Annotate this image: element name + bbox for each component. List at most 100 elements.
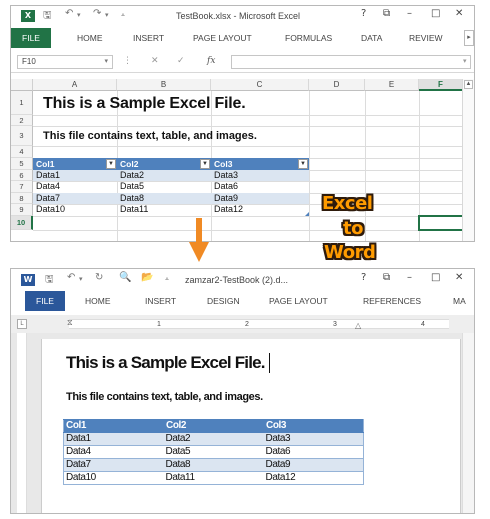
table-cell[interactable]: Data8 xyxy=(163,458,264,472)
minimize-button[interactable]: – xyxy=(407,8,412,19)
maximize-button[interactable]: □ xyxy=(431,272,440,283)
save-icon[interactable]: 🖫 xyxy=(45,272,54,289)
vertical-ruler[interactable] xyxy=(17,333,27,513)
table-cell[interactable]: Data5 xyxy=(117,181,144,192)
indent-marker-icon[interactable]: ⧖ xyxy=(67,318,73,328)
cell-a1[interactable]: This is a Sample Excel File. xyxy=(43,95,246,113)
document-heading[interactable]: This is a Sample Excel File. xyxy=(66,353,266,373)
redo-icon[interactable]: ↻ xyxy=(95,272,103,283)
document-subheading[interactable]: This file contains text, table, and imag… xyxy=(66,391,263,403)
table-cell[interactable]: Data6 xyxy=(211,181,238,192)
ribbon-display-options-button[interactable]: ⧉ xyxy=(383,272,390,283)
table-cell[interactable]: Data11 xyxy=(117,204,148,215)
cell-a3[interactable]: This file contains text, table, and imag… xyxy=(43,130,257,142)
tab-review[interactable]: REVIEW xyxy=(409,28,443,48)
redo-dropdown-icon[interactable]: ▾ xyxy=(105,11,109,19)
enter-icon[interactable]: ✓ xyxy=(177,56,185,66)
scroll-up-icon[interactable]: ▲ xyxy=(464,80,473,89)
table-cell[interactable]: Data10 xyxy=(33,204,65,215)
column-header-c[interactable]: C xyxy=(211,79,309,91)
help-button[interactable]: ? xyxy=(361,8,366,19)
row-header-2[interactable]: 2 xyxy=(11,115,33,126)
table-cell[interactable]: Data12 xyxy=(263,471,364,485)
excel-table-header-col1[interactable]: Col1 ▼ xyxy=(33,158,117,170)
tab-formulas[interactable]: FORMULAS xyxy=(285,28,332,48)
tab-page-layout[interactable]: PAGE LAYOUT xyxy=(269,291,328,311)
table-header-cell[interactable]: Col2 xyxy=(163,419,264,433)
row-header-6[interactable]: 6 xyxy=(11,170,33,181)
excel-table[interactable]: Col1 ▼ Col2 ▼ Col3 ▼ Data1 Data2 Data3 D… xyxy=(33,158,309,216)
tab-design[interactable]: DESIGN xyxy=(207,291,240,311)
undo-icon[interactable]: ↶ xyxy=(65,8,73,19)
minimize-button[interactable]: – xyxy=(407,272,412,283)
table-cell[interactable]: Data5 xyxy=(163,445,264,459)
vertical-scrollbar[interactable] xyxy=(462,333,474,513)
document-page[interactable]: This is a Sample Excel File. This file c… xyxy=(41,339,461,513)
active-cell-f10[interactable] xyxy=(418,215,464,231)
row-header-3[interactable]: 3 xyxy=(11,126,33,146)
table-cell[interactable]: Data12 xyxy=(211,204,243,215)
close-button[interactable]: ✕ xyxy=(455,272,463,283)
cancel-icon[interactable]: ✕ xyxy=(151,56,159,66)
column-header-a[interactable]: A xyxy=(33,79,117,91)
tab-mailings[interactable]: MA xyxy=(453,291,466,311)
tab-home[interactable]: HOME xyxy=(85,291,111,311)
excel-app-icon[interactable]: X xyxy=(21,10,35,22)
table-cell[interactable]: Data9 xyxy=(211,193,238,204)
table-cell[interactable]: Data3 xyxy=(211,170,238,181)
table-cell[interactable]: Data3 xyxy=(263,432,364,446)
formula-input[interactable] xyxy=(231,55,471,69)
table-cell[interactable]: Data4 xyxy=(33,181,60,192)
name-box[interactable]: F10 ▾ xyxy=(17,55,113,69)
table-cell[interactable]: Data2 xyxy=(163,432,264,446)
insert-function-icon[interactable]: fx xyxy=(207,56,215,66)
tab-home[interactable]: HOME xyxy=(77,28,103,48)
right-indent-marker-icon[interactable]: △ xyxy=(355,321,361,330)
row-header-4[interactable]: 4 xyxy=(11,146,33,158)
table-cell[interactable]: Data2 xyxy=(117,170,144,181)
filter-dropdown-icon[interactable]: ▼ xyxy=(106,159,116,169)
table-resize-handle[interactable] xyxy=(305,212,309,216)
filter-dropdown-icon[interactable]: ▼ xyxy=(200,159,210,169)
table-cell[interactable]: Data7 xyxy=(33,193,60,204)
print-preview-icon[interactable]: 🔍 xyxy=(119,272,131,283)
column-header-b[interactable]: B xyxy=(117,79,211,91)
row-header-7[interactable]: 7 xyxy=(11,181,33,193)
word-table[interactable]: Col1 Col2 Col3 Data1 Data2 Data3 Data4 D… xyxy=(63,419,364,485)
tab-file[interactable]: FILE xyxy=(11,28,51,48)
excel-table-header-col3[interactable]: Col3 ▼ xyxy=(211,158,309,170)
table-cell[interactable]: Data9 xyxy=(263,458,364,472)
customize-qat-icon[interactable]: ⩡ xyxy=(165,275,169,284)
tab-insert[interactable]: INSERT xyxy=(145,291,176,311)
table-cell[interactable]: Data1 xyxy=(63,432,164,446)
customize-qat-icon[interactable]: ⩡ xyxy=(121,11,125,20)
select-all-corner[interactable] xyxy=(11,79,33,91)
column-header-d[interactable]: D xyxy=(309,79,365,91)
row-header-5[interactable]: 5 xyxy=(11,158,33,170)
redo-icon[interactable]: ↷ xyxy=(93,8,101,19)
row-header-8[interactable]: 8 xyxy=(11,193,33,204)
table-cell[interactable]: Data4 xyxy=(63,445,164,459)
table-cell[interactable]: Data1 xyxy=(33,170,60,181)
table-cell[interactable]: Data11 xyxy=(163,471,264,485)
ribbon-scroll-right-button[interactable]: ▸ xyxy=(464,30,474,46)
word-app-icon[interactable]: W xyxy=(21,274,35,286)
maximize-button[interactable]: □ xyxy=(431,8,440,19)
tab-page-layout[interactable]: PAGE LAYOUT xyxy=(193,28,252,48)
table-cell[interactable]: Data7 xyxy=(63,458,164,472)
tab-references[interactable]: REFERENCES xyxy=(363,291,421,311)
column-header-e[interactable]: E xyxy=(365,79,419,91)
row-header-10[interactable]: 10 xyxy=(11,216,33,230)
excel-table-header-col2[interactable]: Col2 ▼ xyxy=(117,158,211,170)
table-cell[interactable]: Data10 xyxy=(63,471,164,485)
tab-file[interactable]: FILE xyxy=(25,291,65,311)
table-header-cell[interactable]: Col1 xyxy=(63,419,164,433)
close-button[interactable]: ✕ xyxy=(455,8,463,19)
expand-formula-bar-icon[interactable]: ▾ xyxy=(463,57,467,65)
save-icon[interactable]: 🖫 xyxy=(43,8,52,25)
filter-dropdown-icon[interactable]: ▼ xyxy=(298,159,308,169)
table-header-cell[interactable]: Col3 xyxy=(263,419,364,433)
tab-data[interactable]: DATA xyxy=(361,28,382,48)
horizontal-ruler[interactable]: 1 2 3 4 ⧖ △ xyxy=(67,318,449,330)
help-button[interactable]: ? xyxy=(361,272,366,283)
